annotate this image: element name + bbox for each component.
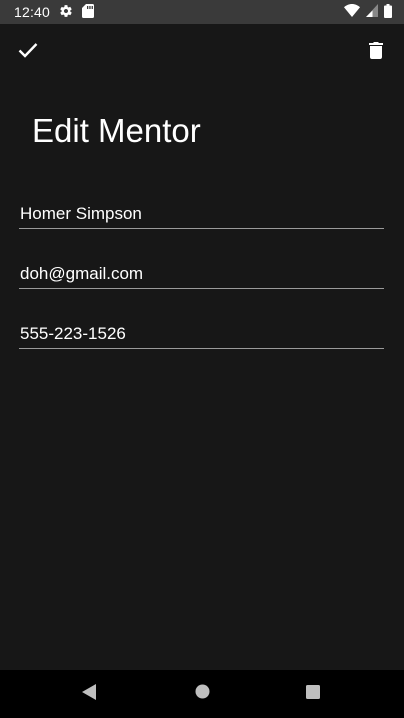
battery-icon xyxy=(384,3,392,21)
home-circle-icon xyxy=(195,684,210,704)
phone-input[interactable] xyxy=(19,313,384,348)
confirm-button[interactable] xyxy=(0,24,56,80)
sd-card-icon xyxy=(82,3,95,21)
check-icon xyxy=(18,42,38,63)
settings-icon xyxy=(59,4,73,21)
delete-button[interactable] xyxy=(348,24,404,80)
back-triangle-icon xyxy=(82,683,96,705)
status-bar-left: 12:40 xyxy=(14,3,95,21)
nav-back-button[interactable] xyxy=(65,670,113,718)
app-bar xyxy=(0,24,404,80)
phone-field[interactable] xyxy=(19,313,384,349)
nav-recents-button[interactable] xyxy=(289,670,337,718)
name-field[interactable] xyxy=(19,193,384,229)
status-bar-right xyxy=(344,3,392,21)
page-title: Edit Mentor xyxy=(32,112,201,149)
recents-square-icon xyxy=(306,684,320,704)
email-input[interactable] xyxy=(19,253,384,288)
nav-home-button[interactable] xyxy=(178,670,226,718)
cell-signal-icon xyxy=(366,4,378,20)
email-field[interactable] xyxy=(19,253,384,289)
wifi-icon xyxy=(344,4,360,20)
status-time: 12:40 xyxy=(14,4,51,20)
status-bar: 12:40 xyxy=(0,0,404,24)
name-input[interactable] xyxy=(19,193,384,228)
system-nav-bar xyxy=(0,670,404,718)
trash-icon xyxy=(369,41,383,64)
